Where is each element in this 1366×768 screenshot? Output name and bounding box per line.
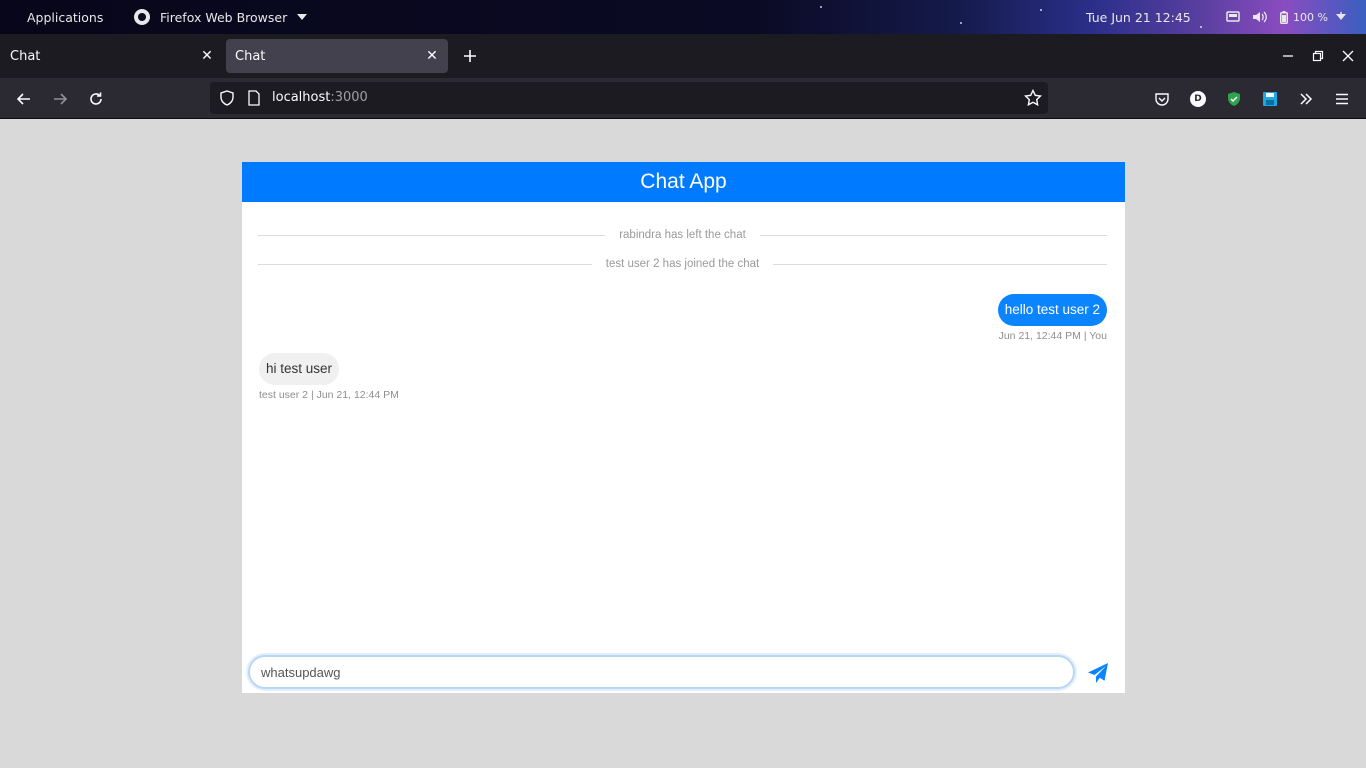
- close-window-button[interactable]: [1338, 46, 1358, 66]
- divider: [773, 263, 1107, 265]
- bookmark-star-icon[interactable]: [1024, 89, 1042, 107]
- minimize-icon: [1283, 55, 1293, 57]
- save-extension-button[interactable]: [1256, 85, 1284, 113]
- overflow-button[interactable]: [1292, 85, 1320, 113]
- battery-label: 100 %: [1293, 10, 1328, 24]
- app-menu[interactable]: Firefox Web Browser: [134, 0, 308, 34]
- tab-chat-1[interactable]: Chat ✕: [1, 39, 223, 73]
- divider: [258, 263, 592, 265]
- restore-button[interactable]: [1308, 46, 1328, 66]
- event-text: rabindra has left the chat: [619, 229, 746, 241]
- applications-menu[interactable]: Applications: [27, 0, 103, 34]
- reload-icon: [90, 92, 102, 105]
- plus-icon: [464, 50, 476, 62]
- send-button[interactable]: [1087, 662, 1109, 684]
- profile-icon: D: [1190, 91, 1206, 107]
- pocket-icon: [1155, 93, 1169, 106]
- volume-icon: [1253, 11, 1267, 23]
- app-menu-button[interactable]: [1328, 85, 1356, 113]
- back-button[interactable]: [10, 85, 38, 113]
- system-top-bar: Applications Firefox Web Browser Tue Jun…: [0, 0, 1366, 34]
- shield-extension-button[interactable]: [1220, 85, 1248, 113]
- tab-chat-2[interactable]: Chat ✕: [226, 39, 448, 73]
- shield-ext-icon: [1228, 92, 1240, 106]
- arrow-left-icon: [16, 93, 30, 105]
- system-event: rabindra has left the chat: [258, 227, 1107, 243]
- restore-icon: [1312, 50, 1324, 62]
- incoming-message: hi test user: [259, 353, 340, 385]
- overflow-icon: [1300, 93, 1313, 105]
- url-port: :3000: [330, 90, 368, 105]
- outgoing-message: hello test user 2: [997, 294, 1107, 326]
- star-decoration: [1040, 9, 1042, 11]
- save-ext-icon: [1263, 92, 1277, 106]
- reload-button[interactable]: [82, 85, 110, 113]
- tab-strip: Chat ✕ Chat ✕: [0, 34, 1366, 78]
- message-input[interactable]: [248, 655, 1075, 689]
- chat-window: Chat App rabindra has left the chat test…: [242, 162, 1125, 693]
- app-name-label: Firefox Web Browser: [160, 9, 288, 25]
- message-meta: Jun 21, 12:44 PM | You: [998, 330, 1107, 342]
- star-decoration: [960, 22, 962, 24]
- clock-label: Tue Jun 21 12:45: [1086, 9, 1191, 25]
- tab-title: Chat: [10, 48, 41, 64]
- page-icon[interactable]: [247, 90, 261, 106]
- forward-button[interactable]: [46, 85, 74, 113]
- arrow-right-icon: [54, 93, 68, 105]
- url-bar[interactable]: localhost:3000: [210, 82, 1048, 114]
- new-tab-button[interactable]: [460, 46, 480, 66]
- menu-icon: [1336, 93, 1348, 105]
- chevron-down-icon: [297, 14, 308, 20]
- url-host: localhost: [272, 90, 331, 105]
- screen-icon: [1226, 11, 1240, 22]
- divider: [258, 234, 606, 236]
- navigation-toolbar: localhost:3000 D: [0, 78, 1366, 119]
- profile-extension-button[interactable]: D: [1184, 85, 1212, 113]
- clock[interactable]: Tue Jun 21 12:45: [1086, 0, 1191, 34]
- firefox-icon: [134, 9, 150, 25]
- tab-title: Chat: [235, 48, 266, 64]
- minimize-button[interactable]: [1278, 46, 1298, 66]
- battery-icon: [1280, 10, 1288, 24]
- chevron-down-icon: [1335, 14, 1346, 20]
- applications-label: Applications: [27, 9, 104, 25]
- message-meta: test user 2 | Jun 21, 12:44 PM: [259, 389, 399, 401]
- pocket-button[interactable]: [1148, 85, 1176, 113]
- system-status-menu[interactable]: 100 %: [1226, 0, 1346, 34]
- close-icon[interactable]: ✕: [424, 48, 440, 64]
- star-decoration: [1200, 26, 1202, 28]
- paper-plane-icon: [1088, 663, 1108, 683]
- close-icon: [1342, 50, 1354, 62]
- close-icon[interactable]: ✕: [199, 48, 215, 64]
- chat-title: Chat App: [242, 162, 1125, 202]
- star-decoration: [820, 6, 822, 8]
- url-text[interactable]: localhost:3000: [272, 82, 368, 114]
- event-text: test user 2 has joined the chat: [605, 258, 760, 270]
- divider: [759, 234, 1107, 236]
- shield-icon[interactable]: [219, 90, 235, 106]
- system-event: test user 2 has joined the chat: [258, 256, 1107, 272]
